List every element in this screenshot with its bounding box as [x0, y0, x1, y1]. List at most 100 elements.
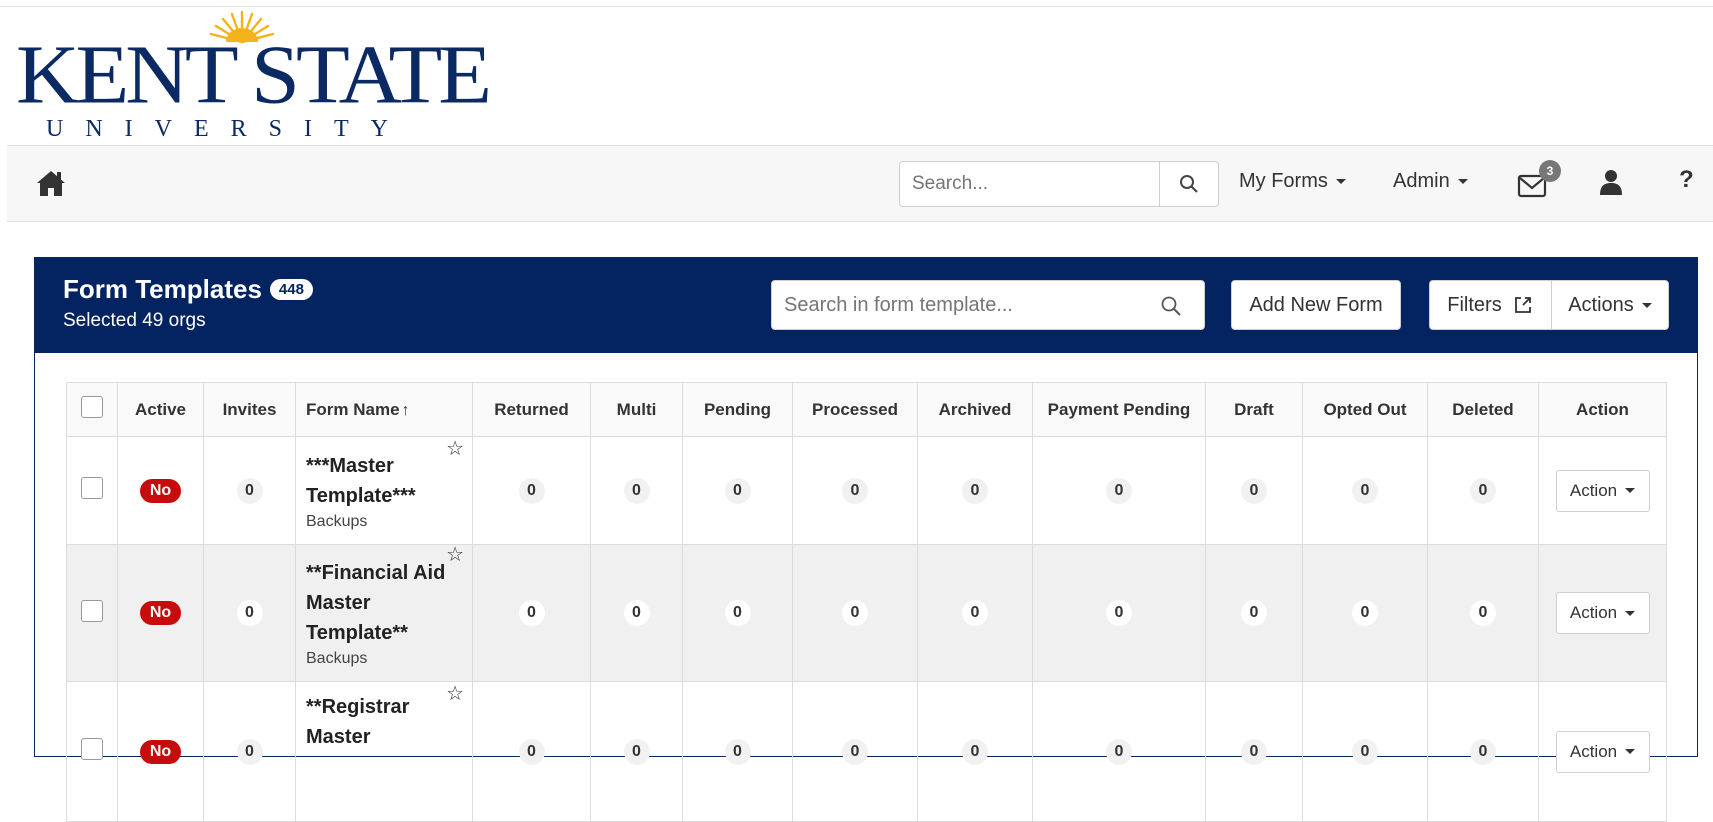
template-count-badge: 448: [269, 278, 313, 300]
deleted-count[interactable]: 0: [1470, 600, 1496, 626]
processed-count[interactable]: 0: [842, 600, 868, 626]
add-new-form-button[interactable]: Add New Form: [1231, 280, 1401, 330]
search-icon[interactable]: [1160, 295, 1182, 317]
actions-label: Actions: [1568, 293, 1634, 316]
column-header-draft[interactable]: Draft: [1205, 382, 1303, 437]
column-header-multi[interactable]: Multi: [590, 382, 683, 437]
global-search: [899, 161, 1219, 207]
star-icon[interactable]: ☆: [446, 439, 464, 459]
top-divider: [0, 6, 1713, 7]
processed-cell: 0: [792, 436, 918, 545]
form-name-link[interactable]: **Registrar Master: [306, 692, 426, 752]
form-category: Backups: [306, 512, 368, 530]
sort-ascending-icon: ↑: [401, 401, 410, 419]
pending-cell: 0: [682, 436, 793, 545]
invites-cell: 0: [203, 436, 296, 545]
help-button[interactable]: ?: [1679, 166, 1694, 194]
deleted-cell: 0: [1427, 544, 1539, 682]
kent-state-logo[interactable]: KENT STATE UNIVERSITY: [16, 8, 492, 142]
processed-count[interactable]: 0: [842, 477, 868, 504]
archived-cell: 0: [917, 544, 1033, 682]
row-checkbox[interactable]: [81, 477, 103, 499]
payment-pending-count[interactable]: 0: [1106, 600, 1132, 626]
column-header-archived[interactable]: Archived: [917, 382, 1033, 437]
template-search-input[interactable]: [772, 281, 1152, 329]
form-name-link[interactable]: ***Master Template***: [306, 451, 442, 511]
payment-pending-count[interactable]: 0: [1106, 477, 1132, 504]
row-action-label: Action: [1569, 603, 1618, 622]
opted-out-cell: 0: [1302, 436, 1428, 545]
external-link-icon: [1514, 297, 1531, 313]
multi-cell: 0: [590, 544, 683, 682]
star-icon[interactable]: ☆: [446, 684, 464, 704]
pending-count[interactable]: 0: [724, 477, 751, 504]
column-header-pending[interactable]: Pending: [682, 382, 793, 437]
user-icon[interactable]: [1599, 168, 1623, 196]
form-name-header-label: Form Name: [306, 399, 400, 419]
active-status-badge[interactable]: No: [139, 478, 182, 503]
star-icon[interactable]: ☆: [446, 545, 464, 565]
opted-out-count[interactable]: 0: [1352, 600, 1378, 626]
returned-count[interactable]: 0: [518, 600, 545, 626]
column-header-deleted[interactable]: Deleted: [1427, 382, 1539, 437]
admin-label: Admin: [1393, 170, 1450, 192]
returned-cell: 0: [472, 544, 591, 682]
active-status-badge[interactable]: No: [139, 601, 182, 625]
messages-button[interactable]: 3: [1517, 160, 1561, 202]
archived-count[interactable]: 0: [962, 600, 988, 626]
filters-button[interactable]: Filters: [1429, 280, 1552, 330]
draft-cell: 0: [1205, 544, 1303, 682]
pending-count[interactable]: 0: [724, 600, 751, 626]
my-forms-label: My Forms: [1239, 170, 1328, 192]
multi-count[interactable]: 0: [623, 600, 650, 626]
chevron-down-icon: [1457, 179, 1468, 185]
deleted-count[interactable]: 0: [1470, 477, 1496, 504]
column-header-invites[interactable]: Invites: [203, 382, 296, 437]
form-templates-table: Active Invites Form Name ↑ Returned Multi…: [66, 382, 1667, 822]
home-icon[interactable]: [35, 168, 67, 198]
form-category: Backups: [306, 650, 368, 667]
draft-count[interactable]: 0: [1241, 477, 1267, 504]
action-cell: Action: [1538, 544, 1667, 682]
payment-pending-cell: 0: [1032, 544, 1206, 682]
table-row[interactable]: No 0 ☆ ***Master Template*** Backups 0 0…: [66, 436, 1667, 545]
pending-cell: 0: [682, 544, 793, 682]
draft-count[interactable]: 0: [1241, 600, 1267, 626]
form-name-cell: ☆ **Financial Aid Master Template** Back…: [295, 544, 473, 682]
invites-count[interactable]: 0: [236, 477, 263, 504]
actions-dropdown-button[interactable]: Actions: [1551, 280, 1669, 330]
column-header-opted-out[interactable]: Opted Out: [1302, 382, 1428, 437]
multi-count[interactable]: 0: [623, 477, 650, 504]
returned-count[interactable]: 0: [518, 477, 545, 504]
row-checkbox[interactable]: [81, 738, 103, 760]
chevron-down-icon: [1625, 610, 1636, 616]
returned-cell: 0: [472, 436, 591, 545]
row-action-button[interactable]: Action: [1555, 469, 1650, 512]
column-header-processed[interactable]: Processed: [792, 382, 918, 437]
row-select-cell: [66, 544, 118, 682]
page-title: Form Templates 448: [63, 274, 313, 305]
form-templates-panel: Form Templates 448 Selected 49 orgs Add N…: [34, 257, 1698, 822]
row-action-button[interactable]: Action: [1555, 592, 1650, 634]
search-icon: [1180, 175, 1198, 193]
global-search-button[interactable]: [1159, 162, 1218, 206]
invites-count[interactable]: 0: [236, 600, 263, 626]
select-all-cell: [66, 382, 118, 437]
archived-count[interactable]: 0: [962, 477, 988, 504]
row-checkbox[interactable]: [81, 599, 103, 622]
opted-out-cell: 0: [1302, 544, 1428, 682]
select-all-checkbox[interactable]: [81, 396, 103, 418]
my-forms-menu[interactable]: My Forms: [1239, 170, 1346, 193]
column-header-payment-pending[interactable]: Payment Pending: [1032, 382, 1206, 437]
form-name-cell: ☆ ***Master Template*** Backups: [295, 436, 473, 545]
opted-out-count[interactable]: 0: [1352, 477, 1378, 504]
admin-menu[interactable]: Admin: [1393, 170, 1468, 193]
column-header-form-name[interactable]: Form Name ↑: [295, 382, 473, 437]
global-search-input[interactable]: [900, 162, 1158, 206]
active-cell: No: [117, 436, 204, 545]
form-name-link[interactable]: **Financial Aid Master Template**: [306, 558, 458, 648]
table-row[interactable]: No 0 ☆ **Financial Aid Master Template**…: [66, 544, 1667, 682]
column-header-returned[interactable]: Returned: [472, 382, 591, 437]
column-header-active[interactable]: Active: [117, 382, 204, 437]
table-header-row: Active Invites Form Name ↑ Returned Multi…: [66, 382, 1667, 437]
